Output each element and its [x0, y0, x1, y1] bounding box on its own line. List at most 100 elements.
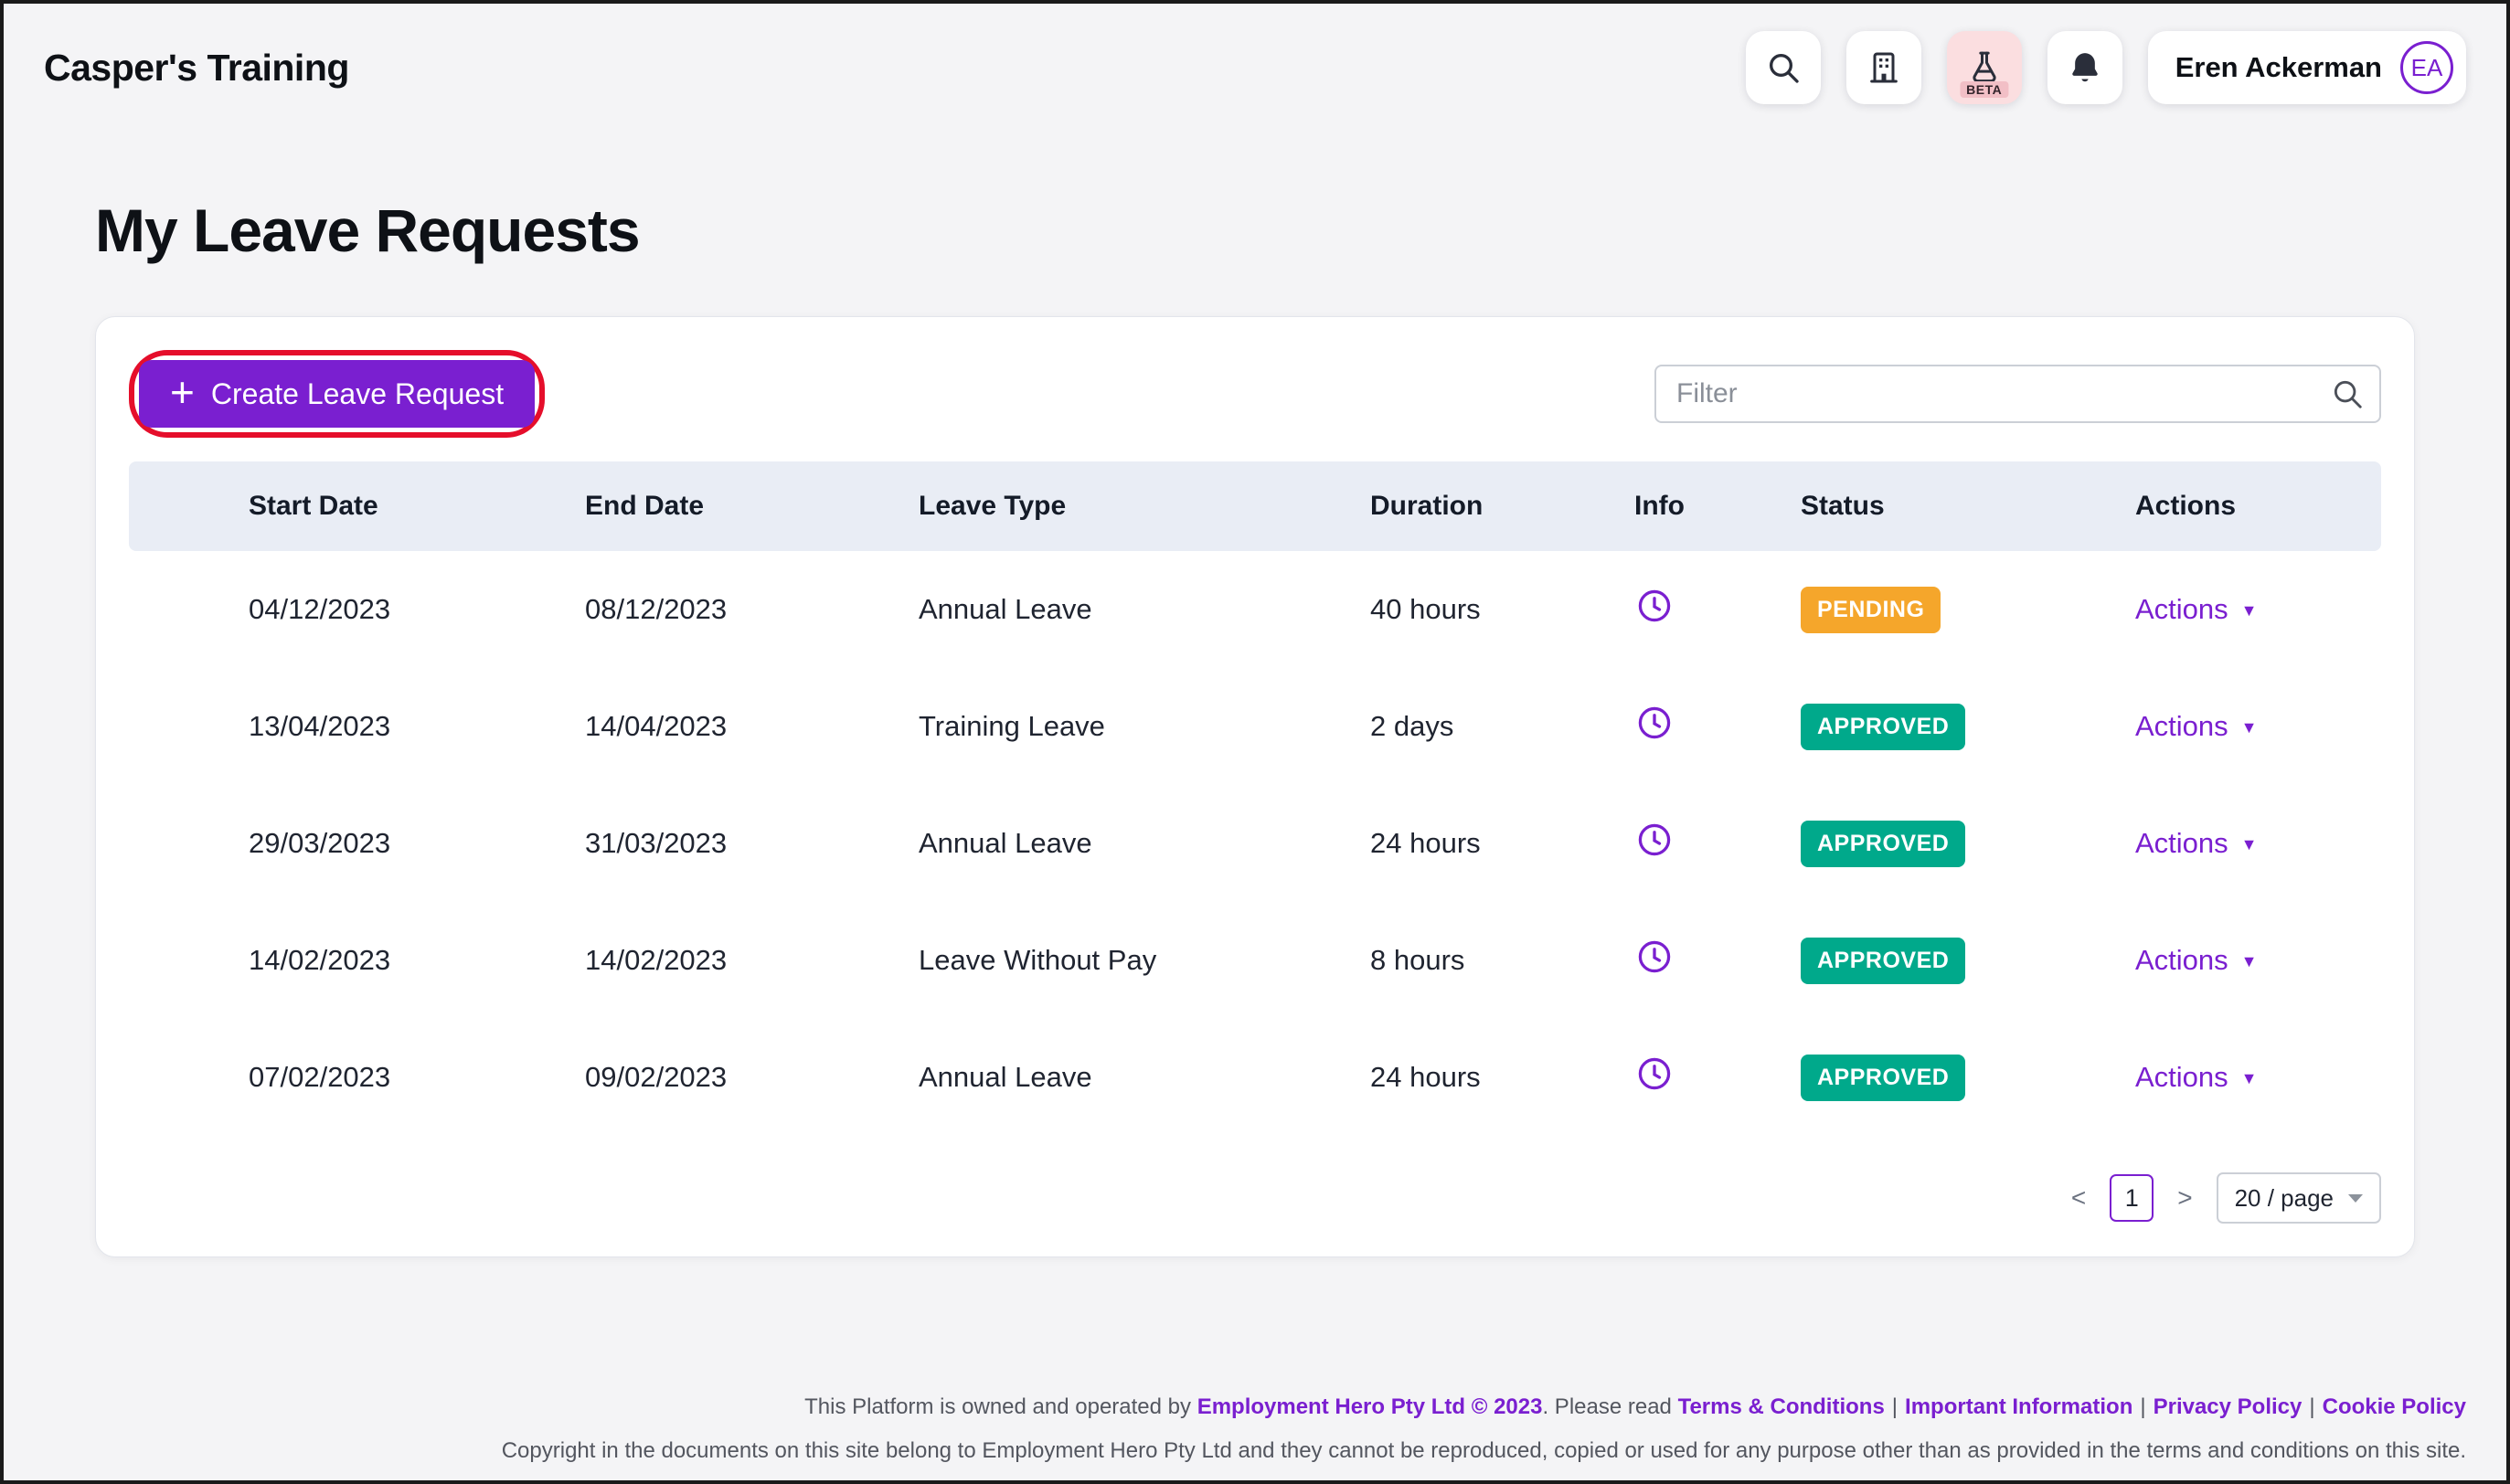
column-header-leave-type: Leave Type: [919, 491, 1067, 521]
status-badge: APPROVED: [1801, 820, 1966, 867]
cell-start-date: 07/02/2023: [249, 1061, 391, 1093]
notifications-button[interactable]: [2047, 31, 2122, 104]
clock-icon[interactable]: [1634, 1054, 1675, 1094]
avatar: EA: [2400, 41, 2453, 94]
cell-start-date: 14/02/2023: [249, 944, 391, 976]
page-title: My Leave Requests: [95, 196, 641, 264]
filter-input[interactable]: [1654, 365, 2381, 423]
footer-link-privacy-policy[interactable]: Privacy Policy: [2154, 1394, 2303, 1419]
pagination: < 1 > 20 / page: [129, 1172, 2381, 1224]
brand-title: Casper's Training: [44, 46, 349, 89]
clock-icon[interactable]: [1634, 586, 1675, 626]
footer-link-company[interactable]: Employment Hero Pty Ltd © 2023: [1197, 1394, 1543, 1419]
row-actions-button[interactable]: Actions ▼: [2135, 1061, 2258, 1094]
table-row: 14/02/2023 14/02/2023 Leave Without Pay …: [129, 902, 2381, 1019]
cell-duration: 24 hours: [1370, 1061, 1481, 1093]
cell-duration: 24 hours: [1370, 827, 1481, 859]
cell-status: APPROVED: [1801, 703, 2135, 750]
current-page[interactable]: 1: [2110, 1174, 2154, 1222]
status-badge: APPROVED: [1801, 703, 1966, 750]
search-button[interactable]: [1745, 31, 1821, 104]
actions-label: Actions: [2135, 944, 2228, 976]
cell-start-date: 04/12/2023: [249, 593, 391, 625]
cell-actions: Actions ▼: [2135, 1061, 2381, 1094]
row-actions-button[interactable]: Actions ▼: [2135, 827, 2258, 860]
organisation-button[interactable]: [1845, 31, 1921, 104]
status-badge: APPROVED: [1801, 937, 1966, 984]
prev-page-button[interactable]: <: [2068, 1183, 2090, 1213]
table-row: 29/03/2023 31/03/2023 Annual Leave 24 ho…: [129, 785, 2381, 902]
main-content: My Leave Requests + Create Leave Request…: [4, 196, 2506, 1257]
next-page-button[interactable]: >: [2174, 1183, 2196, 1213]
status-badge: APPROVED: [1801, 1054, 1966, 1101]
cell-leave-type: Leave Without Pay: [919, 944, 1157, 976]
avatar-initials: EA: [2410, 53, 2443, 81]
chevron-down-icon: [2348, 1193, 2363, 1203]
table-row: 07/02/2023 09/02/2023 Annual Leave 24 ho…: [129, 1019, 2381, 1136]
clock-icon[interactable]: [1634, 703, 1675, 743]
chevron-down-icon: ▼: [2240, 952, 2258, 970]
cell-leave-type: Annual Leave: [919, 1061, 1092, 1093]
actions-label: Actions: [2135, 827, 2228, 859]
user-menu[interactable]: Eren Ackerman EA: [2147, 31, 2466, 104]
bell-icon: [2071, 53, 2098, 82]
table-row: 13/04/2023 14/04/2023 Training Leave 2 d…: [129, 668, 2381, 785]
actions-label: Actions: [2135, 710, 2228, 742]
page-size-select[interactable]: 20 / page: [2216, 1172, 2381, 1224]
leave-requests-card: + Create Leave Request Start Date End Da…: [95, 316, 2415, 1257]
footer-text: This Platform is owned and operated by: [804, 1394, 1197, 1419]
building-icon: [1869, 52, 1898, 83]
cell-end-date: 14/02/2023: [585, 944, 728, 976]
column-header-info: Info: [1634, 491, 1685, 521]
search-icon: [1769, 54, 1799, 83]
cell-end-date: 14/04/2023: [585, 710, 728, 742]
cell-leave-type: Annual Leave: [919, 827, 1092, 859]
footer: This Platform is owned and operated by E…: [4, 1394, 2506, 1464]
search-icon: [2330, 376, 2365, 416]
cell-status: APPROVED: [1801, 1054, 2135, 1101]
cell-info: [1634, 937, 1801, 984]
footer-line1: This Platform is owned and operated by E…: [44, 1394, 2466, 1420]
cell-start-date: 13/04/2023: [249, 710, 391, 742]
column-header-actions: Actions: [2135, 491, 2237, 521]
footer-link-important-information[interactable]: Important Information: [1905, 1394, 2132, 1419]
create-leave-request-button[interactable]: + Create Leave Request: [139, 360, 536, 428]
cell-end-date: 08/12/2023: [585, 593, 728, 625]
cell-actions: Actions ▼: [2135, 944, 2381, 977]
create-leave-request-label: Create Leave Request: [210, 376, 505, 410]
beta-badge: BETA: [1960, 81, 2009, 98]
chevron-down-icon: ▼: [2240, 601, 2258, 620]
column-header-end-date: End Date: [585, 491, 705, 521]
flask-icon: [1973, 51, 1996, 83]
filter-container: [1654, 365, 2381, 423]
footer-link-cookie-policy[interactable]: Cookie Policy: [2323, 1394, 2466, 1419]
top-actions: BETA Eren Ackerman EA: [1745, 31, 2466, 104]
row-actions-button[interactable]: Actions ▼: [2135, 710, 2258, 743]
column-header-status: Status: [1801, 491, 1885, 521]
beta-features-button[interactable]: BETA: [1946, 31, 2022, 104]
column-header-duration: Duration: [1370, 491, 1484, 521]
clock-icon[interactable]: [1634, 937, 1675, 977]
cell-actions: Actions ▼: [2135, 827, 2381, 860]
annotation-highlight-ring: + Create Leave Request: [129, 350, 546, 438]
footer-link-terms[interactable]: Terms & Conditions: [1678, 1394, 1885, 1419]
cell-duration: 8 hours: [1370, 944, 1465, 976]
chevron-down-icon: ▼: [2240, 718, 2258, 737]
footer-copyright: Copyright in the documents on this site …: [501, 1438, 2466, 1463]
top-bar: Casper's Training BETA Eren Ackerman EA: [4, 4, 2506, 104]
cell-actions: Actions ▼: [2135, 710, 2381, 743]
cell-duration: 40 hours: [1370, 593, 1481, 625]
footer-separator: |: [2140, 1394, 2146, 1419]
cell-end-date: 09/02/2023: [585, 1061, 728, 1093]
table-header-row: Start Date End Date Leave Type Duration …: [129, 461, 2381, 551]
footer-separator: |: [1891, 1394, 1898, 1419]
status-badge: PENDING: [1801, 586, 1941, 633]
chevron-down-icon: ▼: [2240, 835, 2258, 853]
table-row: 04/12/2023 08/12/2023 Annual Leave 40 ho…: [129, 551, 2381, 668]
clock-icon[interactable]: [1634, 820, 1675, 860]
cell-info: [1634, 586, 1801, 633]
card-toolbar: + Create Leave Request: [129, 350, 2381, 438]
row-actions-button[interactable]: Actions ▼: [2135, 593, 2258, 626]
user-name: Eren Ackerman: [2175, 51, 2382, 83]
row-actions-button[interactable]: Actions ▼: [2135, 944, 2258, 977]
